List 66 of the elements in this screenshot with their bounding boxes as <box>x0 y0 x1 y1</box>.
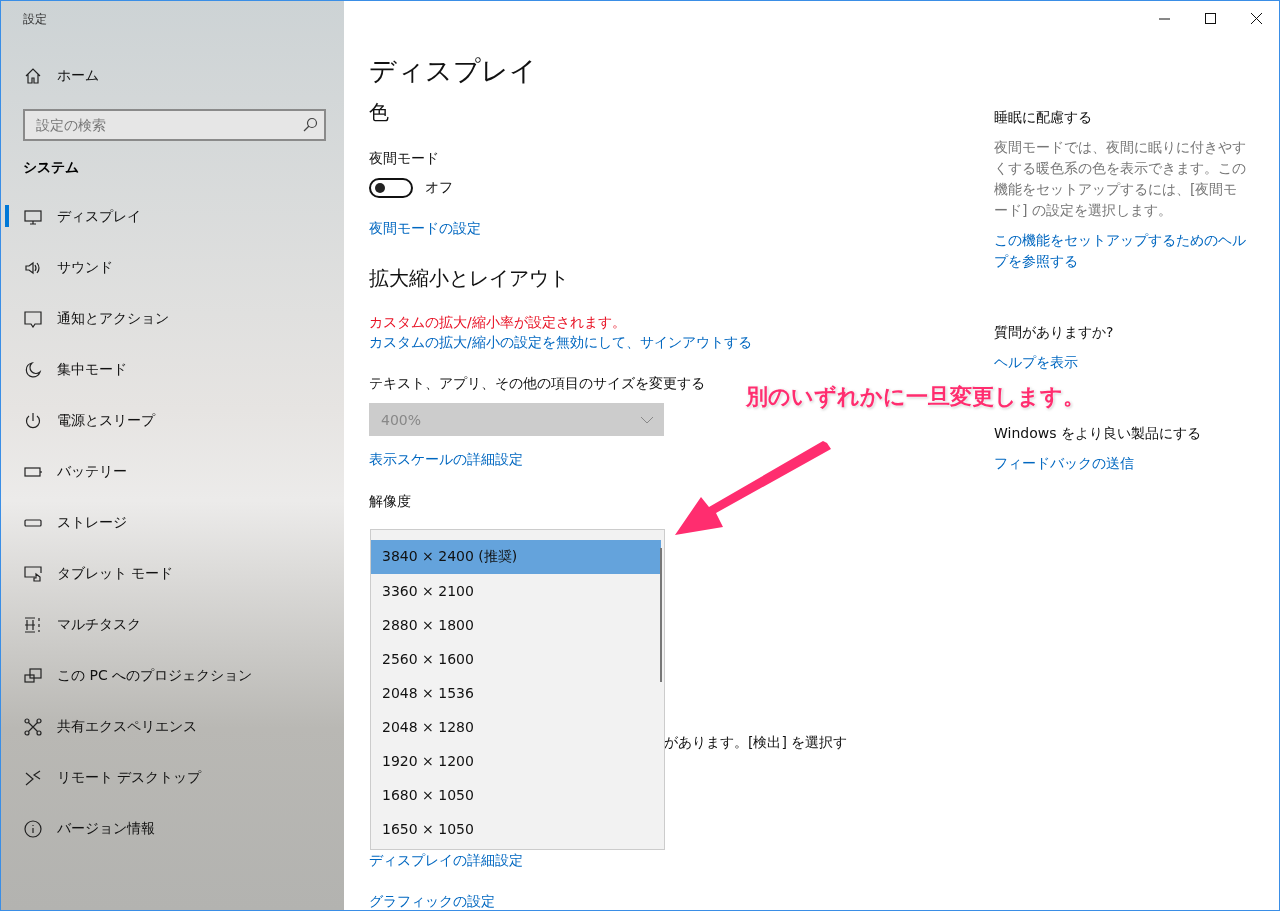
resolution-option[interactable]: 3360 × 2100 <box>371 574 661 608</box>
resolution-option[interactable]: 1650 × 1050 <box>371 812 661 846</box>
remote-arrows-icon <box>24 768 42 787</box>
toggle-label: 夜間モード <box>369 150 440 168</box>
moon-icon <box>24 360 42 379</box>
annotation-text: 別のいずれかに一旦変更します。 <box>746 383 1085 411</box>
graphics-settings-link[interactable]: グラフィックの設定 <box>369 893 495 911</box>
sidebar-item[interactable]: この PC へのプロジェクション <box>1 650 344 701</box>
sidebar-item[interactable]: 電源とスリープ <box>1 395 344 446</box>
sidebar-item[interactable]: ディスプレイ <box>1 191 344 242</box>
shared-nodes-icon <box>24 717 42 736</box>
sidebar-item[interactable]: サウンド <box>1 242 344 293</box>
help-link[interactable]: フィードバックの送信 <box>994 453 1249 474</box>
advanced-scaling-link[interactable]: 表示スケールの詳細設定 <box>369 451 523 469</box>
toggle-state-text: オフ <box>425 179 453 197</box>
description-text: があります。[検出] を選択す <box>664 734 849 752</box>
sidebar-item[interactable]: タブレット モード <box>1 548 344 599</box>
maximize-icon <box>1204 12 1216 24</box>
selection-indicator <box>5 205 9 227</box>
tablet-touch-icon <box>24 564 42 583</box>
section-heading: 拡大縮小とレイアウト <box>369 265 570 292</box>
home-nav-item[interactable]: ホーム <box>1 61 344 91</box>
sidebar-item[interactable]: ストレージ <box>1 497 344 548</box>
close-icon <box>1250 12 1262 24</box>
resolution-option[interactable]: 2048 × 1536 <box>371 676 661 710</box>
resolution-option[interactable]: 2880 × 1800 <box>371 608 661 642</box>
resolution-option[interactable]: 2560 × 1600 <box>371 642 661 676</box>
page-title: ディスプレイ <box>369 54 538 88</box>
resolution-option[interactable]: 1680 × 1050 <box>371 778 661 812</box>
sidebar-item[interactable]: マルチタスク <box>1 599 344 650</box>
dropdown-label: テキスト、アプリ、その他の項目のサイズを変更する <box>369 375 706 393</box>
info-heading: 質問がありますか? <box>994 324 1115 342</box>
sidebar-item[interactable]: バージョン情報 <box>1 803 344 854</box>
dropdown-label: 解像度 <box>369 493 412 511</box>
info-text: 夜間モードでは、夜間に眠りに付きやすくする暖色系の色を表示できます。この機能をセットアップするには、[夜間モード] の設定を選択します。 <box>994 138 1247 220</box>
window-title: 設定 <box>22 11 48 28</box>
toggle-switch[interactable] <box>369 178 413 198</box>
search-icon <box>302 117 318 133</box>
speech-bubble-icon <box>24 309 42 328</box>
search-field[interactable]: 設定の検索 <box>23 109 326 141</box>
section-heading: 色 <box>369 99 390 126</box>
help-link[interactable]: ヘルプを表示 <box>994 352 1249 373</box>
resolution-option[interactable]: 3840 × 2400 (推奨) <box>371 540 661 574</box>
home-icon <box>24 67 42 85</box>
resolution-option[interactable]: 2048 × 1280 <box>371 710 661 744</box>
chevron-down-icon <box>640 415 654 424</box>
info-icon <box>24 819 42 838</box>
sidebar-item[interactable]: 共有エクスペリエンス <box>1 701 344 752</box>
monitor-icon <box>24 207 42 226</box>
projection-icon <box>24 666 42 685</box>
sidebar-item[interactable]: バッテリー <box>1 446 344 497</box>
sign-out-link[interactable]: カスタムの拡大/縮小の設定を無効にして、サインアウトする <box>369 334 752 352</box>
info-heading: Windows をより良い製品にする <box>994 425 1202 443</box>
advanced-display-link[interactable]: ディスプレイの詳細設定 <box>369 852 523 870</box>
multitask-icon <box>24 615 42 634</box>
info-heading: 睡眠に配慮する <box>994 109 1093 127</box>
help-link[interactable]: この機能をセットアップするためのヘルプを参照する <box>994 230 1249 272</box>
scrollbar-thumb[interactable] <box>660 548 662 682</box>
night-mode-settings-link[interactable]: 夜間モードの設定 <box>369 220 481 238</box>
warning-text: カスタムの拡大/縮小率が設定されます。 <box>369 314 627 332</box>
section-heading: システム <box>22 158 80 177</box>
sidebar-item[interactable]: 集中モード <box>1 344 344 395</box>
resolution-option[interactable]: 1920 × 1200 <box>371 744 661 778</box>
sidebar-item[interactable]: リモート デスクトップ <box>1 752 344 803</box>
sidebar-item[interactable]: 通知とアクション <box>1 293 344 344</box>
power-icon <box>24 411 42 430</box>
